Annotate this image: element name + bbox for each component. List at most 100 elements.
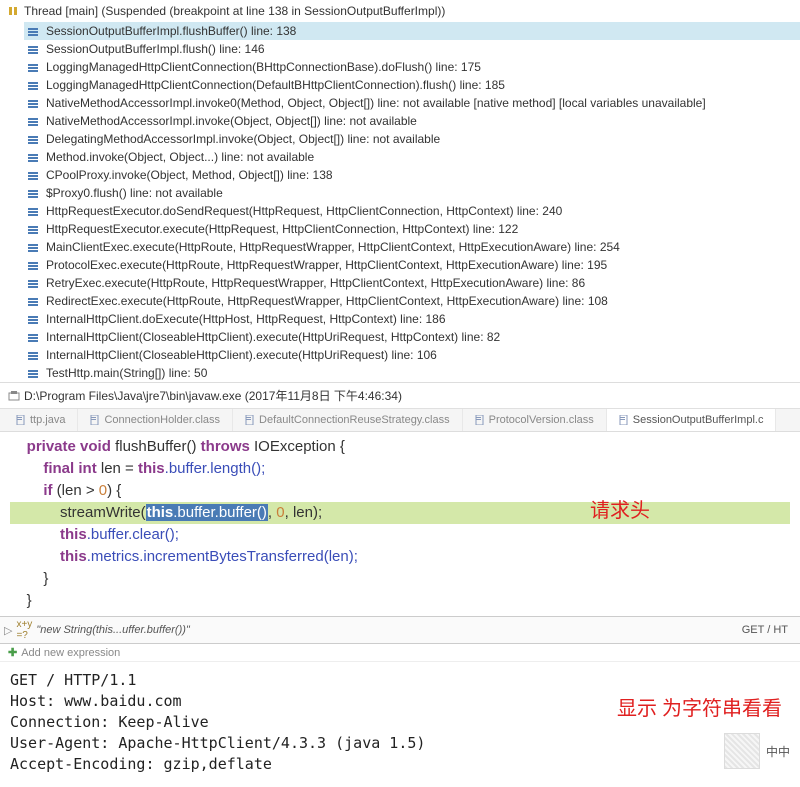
stack-frame[interactable]: NativeMethodAccessorImpl.invoke0(Method,… — [24, 94, 800, 112]
stack-frame-text: HttpRequestExecutor.doSendRequest(HttpRe… — [46, 203, 562, 219]
stack-frame[interactable]: InternalHttpClient(CloseableHttpClient).… — [24, 328, 800, 346]
tab-label: ProtocolVersion.class — [489, 414, 594, 426]
code-keyword: final — [43, 460, 74, 477]
watermark-text: 中中 — [766, 743, 790, 760]
thread-title: Thread [main] (Suspended (breakpoint at … — [24, 4, 445, 18]
http-raw-text[interactable]: GET / HTTP/1.1 Host: www.baidu.com Conne… — [0, 662, 599, 783]
stack-trace-list: SessionOutputBufferImpl.flushBuffer() li… — [0, 22, 800, 382]
code-text: len = — [101, 460, 138, 477]
code-keyword: if — [43, 482, 52, 499]
stack-frame[interactable]: LoggingManagedHttpClientConnection(BHttp… — [24, 58, 800, 76]
thread-header[interactable]: Thread [main] (Suspended (breakpoint at … — [0, 0, 800, 22]
code-keyword: void — [80, 438, 111, 455]
stack-frame[interactable]: NativeMethodAccessorImpl.invoke(Object, … — [24, 112, 800, 130]
expression-value: GET / HT — [742, 624, 788, 636]
stack-frame[interactable]: InternalHttpClient(CloseableHttpClient).… — [24, 346, 800, 364]
code-text: ) { — [107, 482, 121, 499]
stack-frame-icon — [28, 224, 42, 234]
qr-code-icon — [724, 733, 760, 769]
stack-frame[interactable]: $Proxy0.flush() line: not available — [24, 184, 800, 202]
stack-frame[interactable]: ProtocolExec.execute(HttpRoute, HttpRequ… — [24, 256, 800, 274]
stack-frame-text: MainClientExec.execute(HttpRoute, HttpRe… — [46, 239, 620, 255]
stack-frame-text: SessionOutputBufferImpl.flushBuffer() li… — [46, 23, 296, 39]
stack-frame[interactable]: RetryExec.execute(HttpRoute, HttpRequest… — [24, 274, 800, 292]
stack-frame[interactable]: DelegatingMethodAccessorImpl.invoke(Obje… — [24, 130, 800, 148]
code-keyword: private — [27, 438, 76, 455]
stack-frame-text: Method.invoke(Object, Object...) line: n… — [46, 149, 314, 165]
stack-frame[interactable]: SessionOutputBufferImpl.flushBuffer() li… — [24, 22, 800, 40]
stack-frame[interactable]: CPoolProxy.invoke(Object, Method, Object… — [24, 166, 800, 184]
stack-frame-text: LoggingManagedHttpClientConnection(BHttp… — [46, 59, 481, 75]
editor-tab[interactable]: ConnectionHolder.class — [78, 409, 233, 431]
stack-frame[interactable]: TestHttp.main(String[]) line: 50 — [24, 364, 800, 382]
add-expression-label: Add new expression — [21, 647, 120, 659]
stack-frame-text: RetryExec.execute(HttpRoute, HttpRequest… — [46, 275, 585, 291]
stack-frame[interactable]: HttpRequestExecutor.doSendRequest(HttpRe… — [24, 202, 800, 220]
code-text: streamWrite( — [10, 504, 146, 521]
stack-frame-icon — [28, 314, 42, 324]
stack-frame-text: CPoolProxy.invoke(Object, Method, Object… — [46, 167, 333, 183]
stack-frame-text: LoggingManagedHttpClientConnection(Defau… — [46, 77, 505, 93]
code-keyword: this — [60, 548, 87, 565]
stack-frame-icon — [28, 116, 42, 126]
editor-tab[interactable]: ProtocolVersion.class — [463, 409, 607, 431]
stack-frame[interactable]: HttpRequestExecutor.execute(HttpRequest,… — [24, 220, 800, 238]
code-editor[interactable]: private void flushBuffer() throws IOExce… — [0, 432, 800, 616]
bottom-panel: GET / HTTP/1.1 Host: www.baidu.com Conne… — [0, 662, 800, 783]
stack-frame-text: NativeMethodAccessorImpl.invoke(Object, … — [46, 113, 417, 129]
editor-tab[interactable]: SessionOutputBufferImpl.c — [607, 409, 777, 431]
code-keyword: throws — [201, 438, 250, 455]
stack-frame-icon — [28, 278, 42, 288]
stack-frame-text: InternalHttpClient(CloseableHttpClient).… — [46, 329, 500, 345]
stack-frame-text: TestHttp.main(String[]) line: 50 — [46, 365, 207, 381]
stack-frame-icon — [28, 80, 42, 90]
code-field: .metrics.incrementBytesTransferred(len); — [87, 548, 358, 565]
code-number: 0 — [276, 504, 284, 521]
code-text: , len); — [285, 504, 323, 521]
code-method: flushBuffer() — [115, 438, 196, 455]
tab-label: DefaultConnectionReuseStrategy.class — [259, 414, 450, 426]
code-selection: .buffer.buffer() — [173, 504, 267, 521]
stack-frame-text: DelegatingMethodAccessorImpl.invoke(Obje… — [46, 131, 440, 147]
tab-label: ConnectionHolder.class — [104, 414, 220, 426]
code-text: , — [268, 504, 276, 521]
stack-frame-icon — [28, 242, 42, 252]
breakpoint-line[interactable]: streamWrite(this.buffer.buffer(), 0, len… — [10, 502, 790, 524]
stack-frame-text: $Proxy0.flush() line: not available — [46, 185, 223, 201]
editor-tab[interactable]: ttp.java — [4, 409, 78, 431]
stack-frame[interactable]: LoggingManagedHttpClientConnection(Defau… — [24, 76, 800, 94]
stack-frame[interactable]: SessionOutputBufferImpl.flush() line: 14… — [24, 40, 800, 58]
stack-frame-icon — [28, 134, 42, 144]
editor-tab[interactable]: DefaultConnectionReuseStrategy.class — [233, 409, 463, 431]
process-text: D:\Program Files\Java\jre7\bin\javaw.exe… — [24, 387, 402, 404]
stack-frame-icon — [28, 44, 42, 54]
tab-label: SessionOutputBufferImpl.c — [633, 414, 764, 426]
code-text: (len > — [53, 482, 99, 499]
file-icon — [90, 415, 100, 425]
stack-frame-icon — [28, 332, 42, 342]
file-icon — [16, 415, 26, 425]
stack-frame-text: SessionOutputBufferImpl.flush() line: 14… — [46, 41, 265, 57]
expand-icon[interactable]: ▷ — [4, 624, 12, 637]
stack-frame[interactable]: InternalHttpClient.doExecute(HttpHost, H… — [24, 310, 800, 328]
stack-frame-text: ProtocolExec.execute(HttpRoute, HttpRequ… — [46, 257, 607, 273]
code-text: IOException { — [254, 438, 345, 455]
file-icon — [619, 415, 629, 425]
annotation-request-header: 请求头 — [590, 500, 650, 522]
watermark: 中中 — [724, 733, 790, 769]
stack-frame[interactable]: Method.invoke(Object, Object...) line: n… — [24, 148, 800, 166]
process-line[interactable]: D:\Program Files\Java\jre7\bin\javaw.exe… — [0, 382, 800, 409]
stack-frame[interactable]: MainClientExec.execute(HttpRoute, HttpRe… — [24, 238, 800, 256]
file-icon — [475, 415, 485, 425]
stack-frame-text: HttpRequestExecutor.execute(HttpRequest,… — [46, 221, 518, 237]
stack-frame-icon — [28, 98, 42, 108]
add-expression-row[interactable]: ✚ Add new expression — [0, 644, 800, 662]
stack-frame-icon — [28, 296, 42, 306]
code-keyword: this — [60, 526, 87, 543]
stack-frame-icon — [28, 206, 42, 216]
stack-frame-text: InternalHttpClient(CloseableHttpClient).… — [46, 347, 437, 363]
expression-row[interactable]: ▷ x+y=? "new String(this...uffer.buffer(… — [0, 616, 800, 644]
code-text: } — [10, 568, 790, 590]
code-keyword: int — [78, 460, 96, 477]
stack-frame[interactable]: RedirectExec.execute(HttpRoute, HttpRequ… — [24, 292, 800, 310]
